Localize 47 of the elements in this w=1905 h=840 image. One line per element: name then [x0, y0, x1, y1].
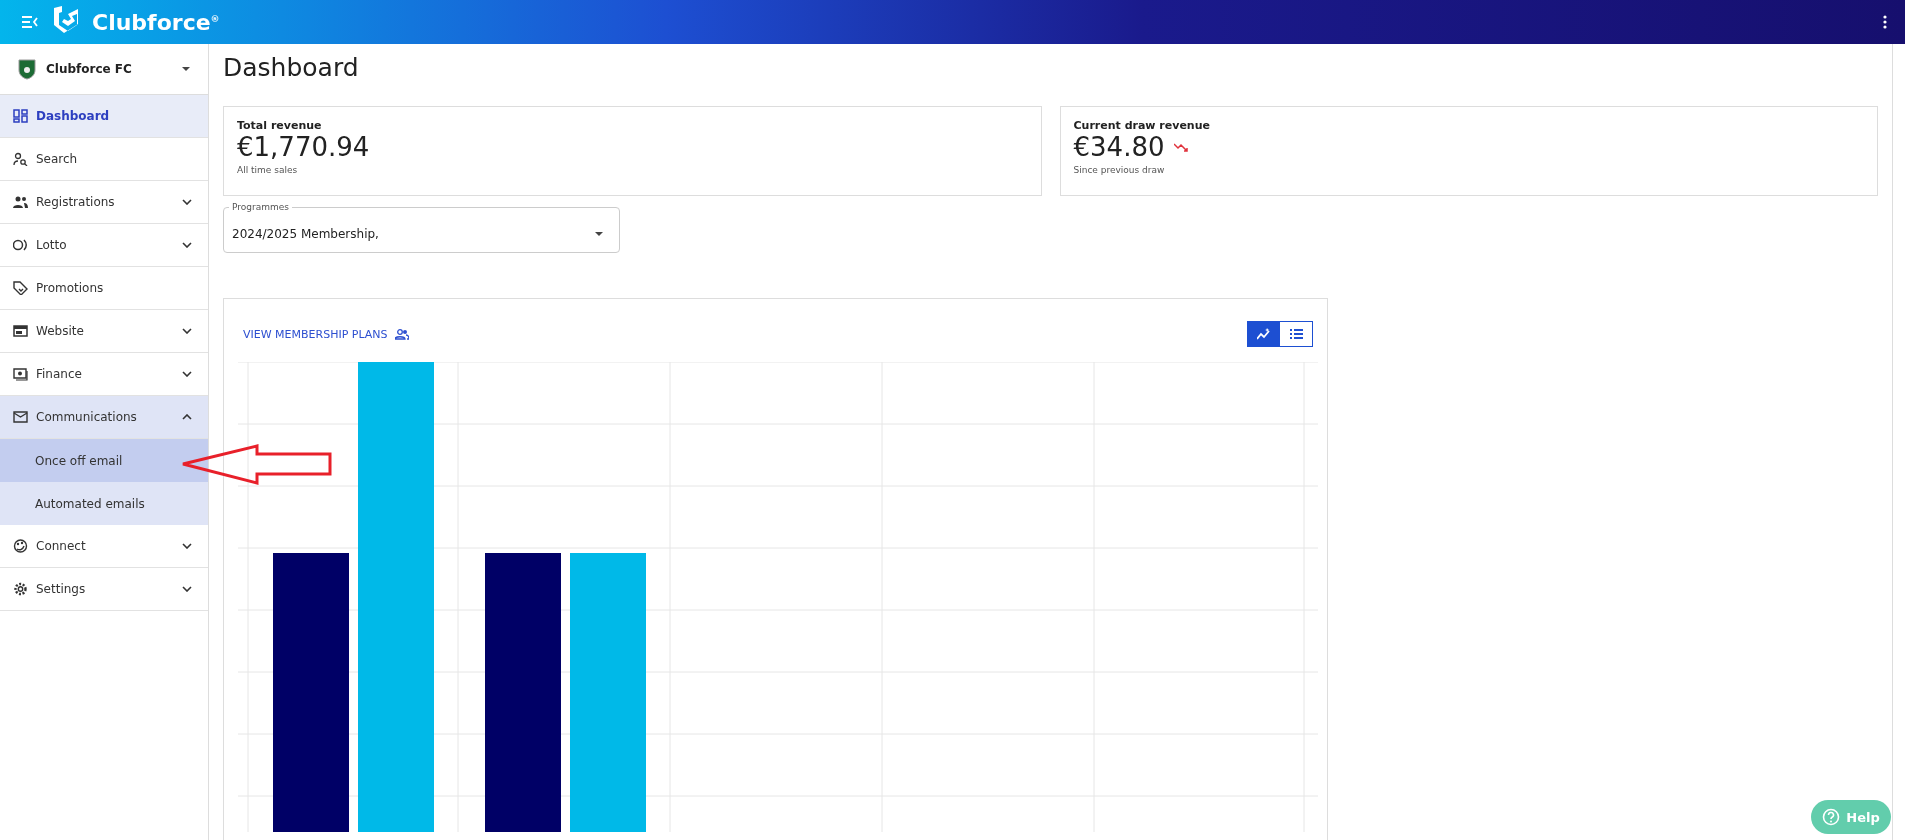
- brand-name: Clubforce$^{®}$: [92, 9, 220, 35]
- people-icon: [13, 195, 28, 209]
- stat-label: Total revenue: [237, 119, 322, 132]
- line-chart-icon: [1257, 328, 1271, 340]
- grid-icon: [13, 109, 28, 123]
- chevron-icon: [182, 543, 192, 549]
- more-icon[interactable]: [1883, 15, 1887, 29]
- nav-subitem[interactable]: Once off email: [0, 439, 208, 482]
- help-icon: [1822, 808, 1841, 826]
- chevron-icon: [182, 242, 192, 248]
- settings-icon: [13, 582, 28, 596]
- window-icon: [13, 324, 28, 338]
- nav-subitem[interactable]: Automated emails: [0, 482, 208, 525]
- tag-icon: [13, 281, 28, 295]
- search-icon: [13, 152, 28, 166]
- nav-item[interactable]: Search: [0, 138, 208, 181]
- chevron-icon: [182, 414, 192, 420]
- chevron-icon: [182, 586, 192, 592]
- chevron-icon: [182, 199, 192, 205]
- trend-down-icon: [1174, 142, 1189, 152]
- ring-icon: [13, 238, 28, 252]
- page-title: Dashboard: [223, 52, 360, 84]
- people-icon: [394, 328, 409, 340]
- stat-value: €1,770.94: [237, 132, 370, 162]
- stat-caption: All time sales: [237, 165, 298, 175]
- chevron-icon: [182, 328, 192, 334]
- nav-item[interactable]: Promotions: [0, 267, 208, 310]
- membership-plans-link[interactable]: VIEW MEMBERSHIP PLANS: [243, 327, 409, 341]
- caret-icon: [182, 67, 190, 71]
- nav-item[interactable]: Registrations: [0, 181, 208, 224]
- field-label: Programmes: [229, 202, 292, 213]
- nav-item[interactable]: Settings: [0, 568, 208, 611]
- caret-icon: [595, 232, 603, 236]
- envelope-icon: [13, 410, 28, 424]
- nav-item[interactable]: Dashboard: [0, 95, 208, 138]
- stat-value: €34.80: [1073, 132, 1165, 162]
- banknote-icon: [13, 367, 28, 381]
- chevron-icon: [182, 371, 192, 377]
- list-icon: [1289, 329, 1303, 339]
- nav-item[interactable]: Lotto: [0, 224, 208, 267]
- nav-item[interactable]: Connect: [0, 525, 208, 568]
- nav-item[interactable]: Website: [0, 310, 208, 353]
- stat-label: Current draw revenue: [1073, 119, 1210, 132]
- stat-caption: Since previous draw: [1073, 165, 1165, 175]
- chart-view-button[interactable]: [1248, 322, 1280, 346]
- crest-icon: [18, 58, 36, 80]
- nav-item[interactable]: Communications: [0, 396, 208, 439]
